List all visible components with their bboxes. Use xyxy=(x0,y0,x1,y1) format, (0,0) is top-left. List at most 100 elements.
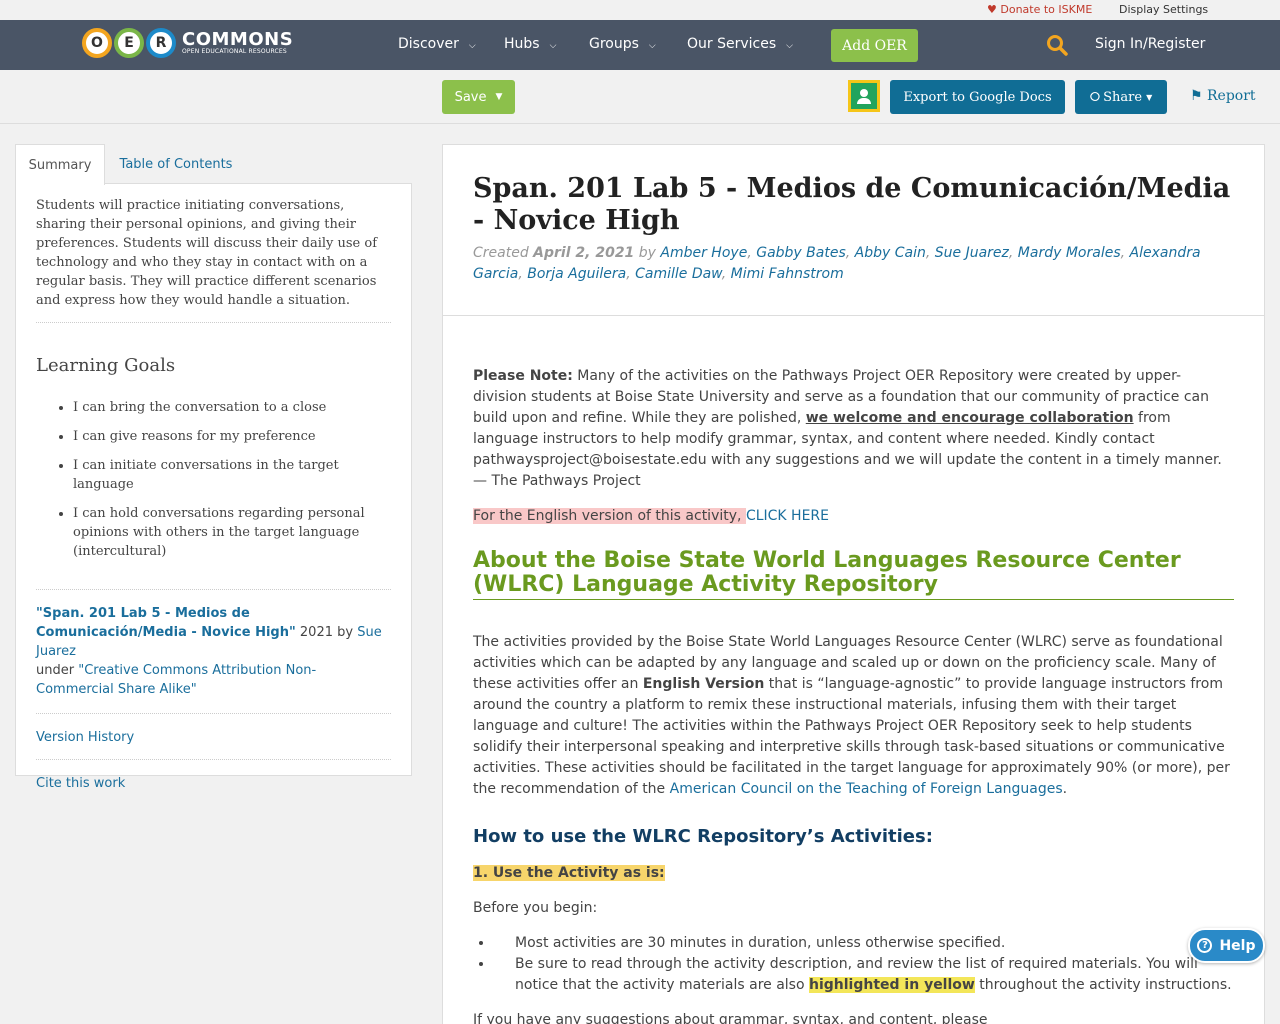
english-version-paragraph: For the English version of this activity… xyxy=(473,506,1234,527)
bullet-2-text-b: throughout the activity instructions. xyxy=(974,977,1232,993)
tab-summary[interactable]: Summary xyxy=(15,144,105,185)
collaboration-link[interactable]: we welcome and encourage collaboration xyxy=(806,410,1134,426)
donate-link[interactable]: ♥ Donate to ISKME xyxy=(987,3,1092,16)
logo-brand-sub: OPEN EDUCATIONAL RESOURCES xyxy=(182,48,287,55)
nav-groups[interactable]: Groups ⌵ xyxy=(589,36,656,52)
nav-discover[interactable]: Discover ⌵ xyxy=(398,36,476,52)
summary-text: Students will practice initiating conver… xyxy=(36,196,391,323)
display-settings-link[interactable]: Display Settings xyxy=(1119,3,1208,16)
by-label: by xyxy=(634,245,661,261)
question-icon: ? xyxy=(1197,938,1213,953)
suggestions-paragraph: If you have any suggestions about gramma… xyxy=(473,1012,988,1024)
logo-letter-o: O xyxy=(82,28,112,58)
attribution-title-link[interactable]: "Span. 201 Lab 5 - Medios de Comunicació… xyxy=(36,606,296,640)
list-item: I can bring the conversation to a close xyxy=(73,398,391,417)
add-oer-button[interactable]: Add OER xyxy=(831,29,918,62)
summary-panel: Students will practice initiating conver… xyxy=(15,183,412,791)
learning-goals-title: Learning Goals xyxy=(36,355,176,376)
please-note-paragraph: Please Note: Many of the activities on t… xyxy=(473,366,1234,492)
about-text-2: that is “language-agnostic” to provide l… xyxy=(473,676,1230,797)
logo-brand: COMMONS OPEN EDUCATIONAL RESOURCES xyxy=(182,31,293,55)
help-button[interactable]: ? Help xyxy=(1188,928,1265,963)
sign-in-register-link[interactable]: Sign In/Register xyxy=(1095,36,1205,52)
highlighted-yellow-text: highlighted in yellow xyxy=(809,977,975,993)
chevron-down-icon: ⌵ xyxy=(549,41,557,51)
version-history-link[interactable]: Version History xyxy=(36,713,391,745)
before-list: Most activities are 30 minutes in durati… xyxy=(473,933,1234,996)
about-heading: About the Boise State World Languages Re… xyxy=(473,549,1234,600)
google-classroom-icon xyxy=(851,83,877,109)
attribution-block: "Span. 201 Lab 5 - Medios de Comunicació… xyxy=(36,589,391,699)
help-label: Help xyxy=(1219,937,1256,954)
attribution-under: under xyxy=(36,663,79,678)
step-1-paragraph: 1. Use the Activity as is: xyxy=(473,863,1234,884)
list-item: I can initiate conversations in the targ… xyxy=(73,456,391,494)
how-to-heading: How to use the WLRC Repository’s Activit… xyxy=(473,826,933,847)
page-title: Span. 201 Lab 5 - Medios de Comunicación… xyxy=(473,173,1231,236)
before-you-begin: Before you begin: xyxy=(473,900,598,916)
author-link[interactable]: Amber Hoye xyxy=(660,245,747,261)
utility-bar: ♥ Donate to ISKME Display Settings xyxy=(0,0,1280,20)
author-link[interactable]: Gabby Bates xyxy=(756,245,846,261)
author-link[interactable]: Mimi Fahnstrom xyxy=(731,266,844,282)
nav-groups-label: Groups xyxy=(589,36,639,52)
cite-this-work-link[interactable]: Cite this work xyxy=(36,759,391,791)
about-paragraph: The activities provided by the Boise Sta… xyxy=(473,632,1234,800)
caret-down-icon: ▼ xyxy=(1146,92,1153,102)
logo-brand-name: COMMONS xyxy=(182,29,294,50)
list-item: I can hold conversations regarding perso… xyxy=(73,504,391,561)
main-navbar: O E R COMMONS OPEN EDUCATIONAL RESOURCES… xyxy=(0,20,1280,70)
nav-discover-label: Discover xyxy=(398,36,459,52)
created-label: Created xyxy=(473,245,534,261)
resource-header: Span. 201 Lab 5 - Medios de Comunicación… xyxy=(443,145,1264,316)
oer-commons-logo[interactable]: O E R COMMONS OPEN EDUCATIONAL RESOURCES xyxy=(82,25,293,61)
about-end: . xyxy=(1062,781,1068,797)
logo-letter-e: E xyxy=(114,28,144,58)
search-icon[interactable] xyxy=(1046,34,1068,56)
nav-hubs-label: Hubs xyxy=(504,36,540,52)
donate-label: Donate to ISKME xyxy=(1000,3,1093,16)
note-label: Please Note: xyxy=(473,368,573,384)
export-google-docs-button[interactable]: Export to Google Docs xyxy=(890,80,1065,114)
nav-our-services-label: Our Services xyxy=(687,36,777,52)
save-label: Save xyxy=(454,89,487,105)
list-item: Be sure to read through the activity des… xyxy=(494,954,1234,996)
report-label: Report xyxy=(1207,88,1256,104)
license-link[interactable]: "Creative Commons Attribution Non-Commer… xyxy=(36,663,316,697)
chevron-down-icon: ⌵ xyxy=(468,41,476,51)
author-link[interactable]: Abby Cain xyxy=(855,245,926,261)
sidebar-tabs: Summary Table of Contents xyxy=(15,144,412,185)
author-link[interactable]: Borja Aguilera xyxy=(527,266,626,282)
tab-table-of-contents[interactable]: Table of Contents xyxy=(109,144,243,184)
share-button[interactable]: ⭘ Share ▼ xyxy=(1075,80,1167,114)
click-here-link[interactable]: CLICK HERE xyxy=(746,508,829,524)
share-label: Share xyxy=(1103,89,1143,105)
resource-main-content: Span. 201 Lab 5 - Medios de Comunicación… xyxy=(442,144,1265,1024)
created-date: April 2, 2021 xyxy=(533,245,635,261)
list-item: Most activities are 30 minutes in durati… xyxy=(494,933,1234,954)
resource-meta: Created April 2, 2021 by Amber Hoye, Gab… xyxy=(473,245,1201,282)
chevron-down-icon: ⌵ xyxy=(648,41,656,51)
author-link[interactable]: Camille Daw xyxy=(635,266,722,282)
resource-sidebar: Summary Table of Contents Students will … xyxy=(15,144,412,791)
report-link[interactable]: ⚑ Report xyxy=(1190,88,1256,104)
action-bar: Save ▼ Export to Google Docs ⭘ Share ▼ ⚑ Re… xyxy=(0,70,1280,124)
heart-icon: ♥ xyxy=(987,3,997,16)
chevron-down-icon: ⌵ xyxy=(786,41,793,51)
share-icon: ⭘ xyxy=(1089,89,1101,105)
google-classroom-button[interactable] xyxy=(848,80,880,112)
nav-hubs[interactable]: Hubs ⌵ xyxy=(504,36,556,52)
author-link[interactable]: Mardy Morales xyxy=(1018,245,1121,261)
step-1-label: 1. Use the Activity as is: xyxy=(473,865,665,881)
list-item: I can give reasons for my preference xyxy=(73,427,391,446)
logo-letter-r: R xyxy=(146,28,176,58)
nav-our-services[interactable]: Our Services ⌵ xyxy=(687,36,793,52)
flag-icon: ⚑ xyxy=(1190,88,1203,104)
author-link[interactable]: Sue Juarez xyxy=(935,245,1009,261)
english-version-text: For the English version of this activity… xyxy=(473,508,746,524)
save-button[interactable]: Save ▼ xyxy=(442,80,515,114)
actfl-link[interactable]: American Council on the Teaching of Fore… xyxy=(670,781,1063,797)
about-bold: English Version xyxy=(642,676,765,692)
attribution-year: 2021 by xyxy=(295,625,358,640)
learning-goals-list: I can bring the conversation to a close … xyxy=(36,398,391,561)
